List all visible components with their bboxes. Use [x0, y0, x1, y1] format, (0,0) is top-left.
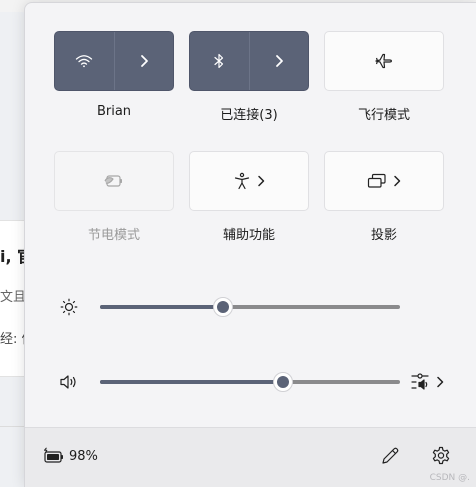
accessibility-label: 辅助功能: [222, 228, 275, 243]
volume-slider-thumb[interactable]: [273, 372, 293, 392]
speaker-icon: [59, 373, 79, 391]
brightness-slider-fill: [100, 305, 223, 309]
bluetooth-toggle-button[interactable]: [190, 32, 249, 90]
wifi-tile-label: Brian: [96, 104, 132, 119]
battery-saver-icon: [103, 173, 125, 189]
battery-status[interactable]: 98%: [43, 447, 98, 465]
brightness-slider[interactable]: [100, 305, 400, 309]
quick-settings-panel: Brian 已连接(3) 飞行模式 节电模式 辅助功能 投影 98% CSDN …: [24, 2, 476, 487]
pencil-icon[interactable]: [380, 446, 400, 466]
battery-charging-icon: [43, 447, 65, 465]
brightness-slider-thumb[interactable]: [213, 297, 233, 317]
project-button[interactable]: [324, 151, 444, 211]
wifi-tile: [54, 31, 174, 91]
bluetooth-icon: [213, 53, 225, 69]
wifi-icon: [75, 54, 93, 68]
volume-slider-fill: [100, 380, 283, 384]
watermark-text: CSDN @.: [429, 473, 470, 483]
accessibility-button[interactable]: [189, 151, 309, 211]
battery-percent: 98%: [69, 448, 98, 464]
gear-icon[interactable]: [431, 446, 451, 466]
battery-saver-button[interactable]: [54, 151, 174, 211]
airplane-icon: [374, 52, 394, 70]
chevron-right-icon: [257, 175, 265, 187]
airplane-mode-label: 飞行模式: [357, 108, 410, 123]
chevron-right-icon: [139, 54, 149, 68]
chevron-right-icon: [393, 175, 401, 187]
volume-slider[interactable]: [100, 380, 400, 384]
wifi-more-button[interactable]: [113, 32, 174, 90]
battery-saver-label: 节电模式: [87, 228, 140, 243]
bluetooth-more-button[interactable]: [248, 32, 309, 90]
wifi-toggle-button[interactable]: [55, 32, 114, 90]
audio-output-button[interactable]: [411, 372, 444, 392]
bluetooth-tile: [189, 31, 309, 91]
audio-mixer-icon: [411, 372, 433, 392]
project-label: 投影: [370, 228, 397, 243]
project-icon: [367, 173, 387, 189]
chevron-right-icon: [274, 54, 284, 68]
airplane-mode-button[interactable]: [324, 31, 444, 91]
accessibility-icon: [233, 172, 251, 190]
quick-settings-footer: 98% CSDN @.: [25, 427, 476, 487]
sun-icon: [60, 298, 78, 316]
bluetooth-tile-label: 已连接(3): [220, 108, 278, 123]
chevron-right-icon: [436, 376, 444, 388]
